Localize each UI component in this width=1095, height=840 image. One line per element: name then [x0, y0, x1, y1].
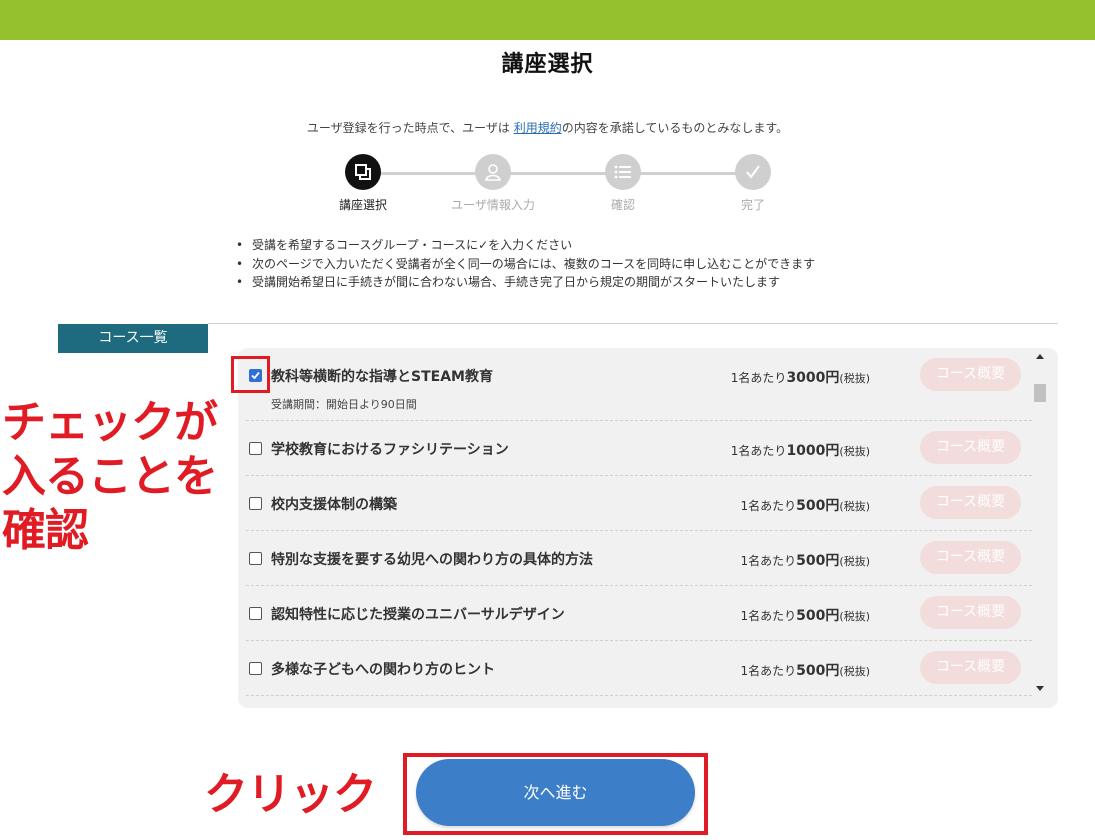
instruction-list: 受講を希望するコースグループ・コースに✓を入力ください 次のページで入力いただく… — [232, 236, 815, 292]
price-prefix: 1名あたり — [730, 444, 787, 458]
price-amount: 500円 — [796, 663, 840, 679]
scroll-up-arrow-icon[interactable] — [1036, 354, 1044, 359]
course-checkbox[interactable] — [249, 497, 262, 510]
course-name: 特別な支援を要する幼児への関わり方の具体的方法 — [271, 552, 593, 568]
scroll-thumb[interactable] — [1034, 384, 1046, 402]
course-price: 1名あたり500円(税抜) — [741, 495, 870, 515]
step-label: 確認 — [610, 198, 635, 212]
price-prefix: 1名あたり — [740, 609, 797, 623]
click-annotation: クリック — [204, 769, 377, 820]
list-item: 認知特性に応じた授業のユニバーサルデザイン 1名あたり500円(税抜) コース概… — [246, 586, 1032, 641]
price-tax: (税抜) — [839, 665, 870, 678]
price-prefix: 1名あたり — [740, 554, 797, 568]
course-name: 多様な子どもへの関わり方のヒント — [271, 662, 495, 678]
section-divider — [208, 323, 1058, 324]
course-period: 受講期間：開始日より90日間 — [271, 398, 417, 411]
page-title: 講座選択 — [501, 52, 594, 77]
price-amount: 1000円 — [786, 443, 840, 459]
price-tax: (税抜) — [839, 500, 870, 513]
terms-link[interactable]: 利用規約 — [514, 121, 562, 135]
course-list-scrollbar[interactable] — [1034, 348, 1046, 696]
step-user-info: ユーザ情報入力 — [443, 152, 543, 213]
course-checkbox[interactable] — [249, 552, 262, 565]
course-overview-button[interactable]: コース概要 — [920, 431, 1021, 464]
list-item: 多様な子どもへの関わり方のヒント 1名あたり500円(税抜) コース概要 — [246, 641, 1032, 696]
check-icon — [735, 154, 771, 190]
course-list[interactable]: 教科等横断的な指導とSTEAM教育 受講期間：開始日より90日間 1名あたり30… — [246, 348, 1032, 696]
course-icon — [345, 154, 381, 190]
step-label: 完了 — [740, 198, 765, 212]
course-name: 認知特性に応じた授業のユニバーサルデザイン — [271, 607, 565, 623]
step-confirm: 確認 — [573, 152, 673, 213]
course-name: 学校教育におけるファシリテーション — [271, 442, 509, 458]
course-checkbox[interactable] — [249, 662, 262, 675]
price-prefix: 1名あたり — [730, 371, 787, 385]
list-icon — [605, 154, 641, 190]
instruction-item: 次のページで入力いただく受講者が全く同一の場合には、複数のコースを同時に申し込む… — [232, 255, 815, 274]
price-tax: (税抜) — [839, 445, 870, 458]
list-item: 教科等横断的な指導とSTEAM教育 受講期間：開始日より90日間 1名あたり30… — [246, 348, 1032, 421]
terms-notice-suffix: の内容を承諾しているものとみなします。 — [561, 121, 789, 135]
terms-notice-prefix: ユーザ登録を行った時点で、ユーザは — [306, 121, 514, 135]
header-bar — [0, 0, 1095, 40]
price-amount: 500円 — [796, 498, 840, 514]
instruction-item: 受講開始希望日に手続きが間に合わない場合、手続き完了日から規定の期間がスタートい… — [232, 273, 815, 292]
course-price: 1名あたり500円(税抜) — [741, 550, 870, 570]
user-icon — [475, 154, 511, 190]
course-checkbox[interactable] — [249, 442, 262, 455]
price-tax: (税抜) — [839, 555, 870, 568]
course-overview-button[interactable]: コース概要 — [920, 596, 1021, 629]
course-overview-button[interactable]: コース概要 — [920, 358, 1021, 391]
step-complete: 完了 — [703, 152, 803, 213]
list-item: 校内支援体制の構築 1名あたり500円(税抜) コース概要 — [246, 476, 1032, 531]
course-checkbox[interactable] — [249, 607, 262, 620]
course-overview-button[interactable]: コース概要 — [920, 486, 1021, 519]
progress-stepper: 講座選択 ユーザ情報入力 確認 完了 — [320, 152, 780, 212]
next-button[interactable]: 次へ進む — [416, 759, 695, 826]
step-course-select: 講座選択 — [313, 152, 413, 213]
check-annotation: チェックが 入ることを 確認 — [2, 397, 218, 556]
price-prefix: 1名あたり — [740, 664, 797, 678]
course-name: 校内支援体制の構築 — [271, 497, 397, 513]
course-price: 1名あたり500円(税抜) — [741, 660, 870, 680]
scroll-down-arrow-icon[interactable] — [1036, 686, 1044, 691]
course-price: 1名あたり3000円(税抜) — [731, 367, 870, 387]
list-item: 学校教育におけるファシリテーション 1名あたり1000円(税抜) コース概要 — [246, 421, 1032, 476]
price-amount: 500円 — [796, 608, 840, 624]
course-overview-button[interactable]: コース概要 — [920, 651, 1021, 684]
price-tax: (税抜) — [839, 372, 870, 385]
terms-notice: ユーザ登録を行った時点で、ユーザは 利用規約の内容を承諾しているものとみなします… — [0, 119, 1095, 136]
price-tax: (税抜) — [839, 610, 870, 623]
price-amount: 500円 — [796, 553, 840, 569]
course-overview-button[interactable]: コース概要 — [920, 541, 1021, 574]
list-item: 特別な支援を要する幼児への関わり方の具体的方法 1名あたり500円(税抜) コー… — [246, 531, 1032, 586]
price-amount: 3000円 — [786, 370, 840, 386]
instruction-item: 受講を希望するコースグループ・コースに✓を入力ください — [232, 236, 815, 255]
checkbox-highlight-frame — [231, 356, 270, 393]
course-list-tab: コース一覧 — [58, 324, 208, 353]
course-price: 1名あたり500円(税抜) — [741, 605, 870, 625]
step-label: ユーザ情報入力 — [451, 198, 535, 212]
price-prefix: 1名あたり — [740, 499, 797, 513]
course-name: 教科等横断的な指導とSTEAM教育 — [271, 369, 493, 385]
course-list-panel: 教科等横断的な指導とSTEAM教育 受講期間：開始日より90日間 1名あたり30… — [238, 348, 1058, 708]
step-label: 講座選択 — [338, 198, 387, 212]
course-price: 1名あたり1000円(税抜) — [731, 440, 870, 460]
